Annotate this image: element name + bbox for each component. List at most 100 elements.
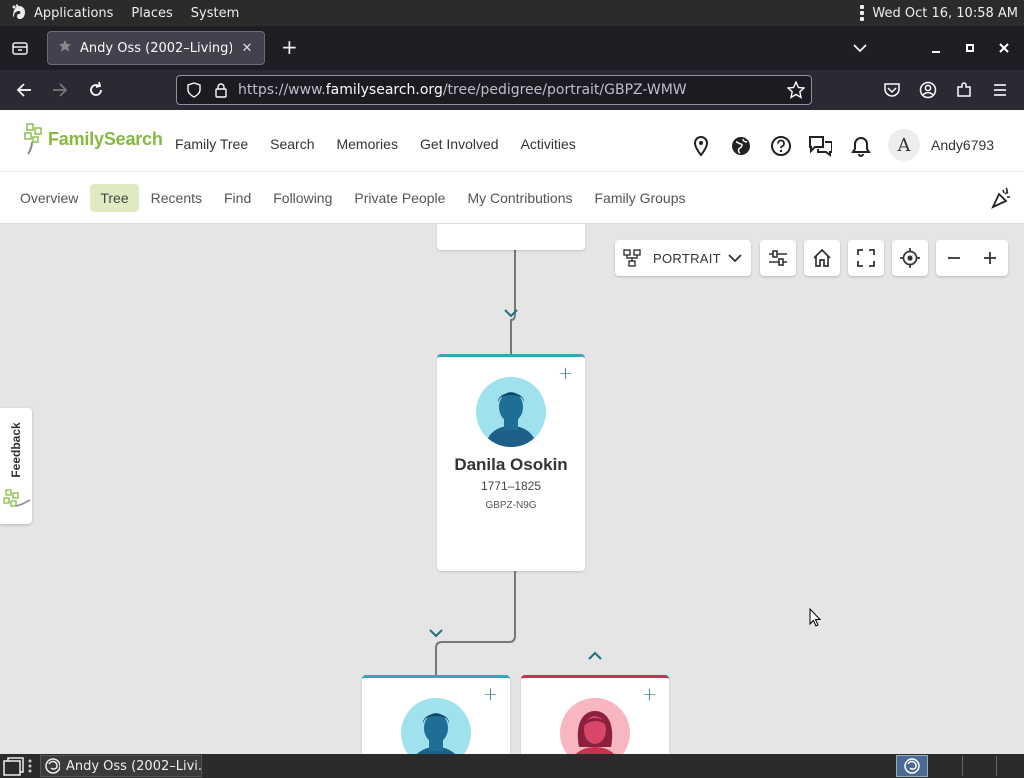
shield-icon[interactable] — [186, 82, 202, 102]
view-mode-label: PORTRAIT — [653, 251, 721, 266]
tab-close-icon[interactable]: ✕ — [240, 41, 254, 56]
bookmark-star-icon[interactable] — [786, 80, 806, 103]
nav-family-tree[interactable]: Family Tree — [175, 136, 248, 152]
url-path: /tree/pedigree/portrait/GBPZ-WMW — [442, 82, 687, 98]
system-taskbar: Andy Oss (2002–Livi... — [0, 754, 1024, 778]
menu-applications[interactable]: Applications — [34, 6, 113, 21]
fullscreen-icon — [857, 249, 875, 267]
tab-title: Andy Oss (2002–Living) • Sit — [80, 40, 232, 56]
subnav-overview[interactable]: Overview — [10, 184, 88, 212]
subnav-recents[interactable]: Recents — [141, 184, 212, 212]
child-person-card-male[interactable]: + — [362, 675, 510, 754]
view-mode-dropdown[interactable]: PORTRAIT — [615, 240, 751, 276]
zoom-in-icon[interactable] — [982, 248, 998, 272]
taskbar-window-firefox[interactable]: Andy Oss (2002–Livi... — [40, 755, 202, 777]
child-person-card-female[interactable]: + — [521, 675, 669, 754]
pedigree-canvas[interactable]: + Danila Osokin 1771–1825 GBPZ-N9G + + P… — [0, 224, 1024, 754]
party-popper-icon[interactable] — [990, 186, 1014, 214]
url-prefix: https://www. — [238, 82, 326, 98]
tab-list-chevron-icon[interactable] — [852, 38, 868, 58]
user-avatar[interactable]: A — [888, 129, 920, 161]
close-window-icon[interactable] — [998, 38, 1010, 58]
crosshair-target-icon — [900, 248, 920, 268]
firefox-icon — [45, 758, 60, 774]
tree-subnav: Overview Tree Recents Find Following Pri… — [0, 172, 1024, 224]
person-name[interactable]: Danila Osokin — [437, 455, 585, 475]
browser-tab-strip: Andy Oss (2002–Living) • Sit ✕ + — [0, 26, 1024, 70]
globe-icon[interactable] — [729, 134, 753, 158]
site-favicon-icon — [58, 39, 72, 57]
nav-activities[interactable]: Activities — [521, 136, 576, 152]
url-text[interactable]: https://www.familysearch.org/tree/pedigr… — [238, 82, 687, 98]
parent-person-card[interactable] — [437, 224, 585, 250]
location-pin-icon[interactable] — [689, 134, 713, 158]
url-host: familysearch.org — [325, 82, 443, 98]
account-icon[interactable] — [918, 80, 938, 100]
hamburger-menu-icon[interactable] — [990, 80, 1010, 100]
home-icon — [813, 248, 831, 267]
notifications-bell-icon[interactable] — [849, 134, 873, 158]
feedback-tab[interactable]: Feedback — [0, 408, 32, 524]
subnav-my-contributions[interactable]: My Contributions — [457, 184, 582, 212]
subnav-family-groups[interactable]: Family Groups — [584, 184, 695, 212]
pedigree-view-icon — [623, 248, 643, 272]
sliders-icon — [769, 250, 787, 266]
nav-memories[interactable]: Memories — [336, 136, 397, 152]
reload-icon[interactable] — [86, 80, 106, 100]
browser-nav-bar: https://www.familysearch.org/tree/pedigr… — [0, 70, 1024, 110]
female-portrait-icon — [560, 698, 630, 754]
minimize-window-icon[interactable] — [930, 38, 942, 58]
forward-arrow-icon[interactable] — [50, 80, 70, 100]
fullscreen-button[interactable] — [848, 240, 884, 276]
home-person-button[interactable] — [804, 240, 840, 276]
subnav-following[interactable]: Following — [263, 184, 342, 212]
messages-icon[interactable] — [808, 134, 832, 158]
subnav-private-people[interactable]: Private People — [344, 184, 455, 212]
gnome-foot-icon[interactable] — [10, 4, 28, 22]
taskbar-window-title: Andy Oss (2002–Livi... — [65, 758, 201, 774]
help-icon[interactable] — [769, 134, 793, 158]
pocket-icon[interactable] — [882, 80, 902, 100]
username[interactable]: Andy6793 — [931, 137, 994, 153]
workspace-switcher-active[interactable] — [896, 755, 928, 777]
zoom-out-icon[interactable] — [946, 248, 962, 272]
mouse-cursor-icon — [809, 608, 822, 627]
menu-places[interactable]: Places — [131, 6, 172, 21]
url-bar[interactable]: https://www.familysearch.org/tree/pedigr… — [176, 75, 812, 105]
zoom-controls — [936, 240, 1008, 276]
add-relative-plus-icon[interactable]: + — [558, 365, 573, 383]
new-tab-icon[interactable]: + — [281, 36, 298, 58]
focus-person-card[interactable]: + Danila Osokin 1771–1825 GBPZ-N9G — [437, 354, 585, 571]
lock-icon[interactable] — [213, 82, 229, 102]
add-relative-plus-icon[interactable]: + — [483, 686, 498, 704]
person-id: GBPZ-N9G — [485, 500, 537, 511]
extensions-icon[interactable] — [954, 80, 974, 100]
recenter-button[interactable] — [892, 240, 928, 276]
workspace-separator — [996, 756, 997, 776]
add-relative-plus-icon[interactable]: + — [642, 686, 657, 704]
menu-system[interactable]: System — [191, 6, 239, 21]
clock[interactable]: Wed Oct 16, 10:58 AM — [872, 6, 1018, 21]
person-dates: 1771–1825 — [480, 479, 542, 493]
site-header: FamilySearch Family Tree Search Memories… — [0, 110, 1024, 172]
male-portrait-icon — [401, 698, 471, 754]
subnav-tree[interactable]: Tree — [90, 184, 139, 212]
chevron-down-icon — [727, 250, 743, 269]
overflow-dots-icon[interactable] — [860, 5, 865, 21]
browser-tab-active[interactable]: Andy Oss (2002–Living) • Sit ✕ — [47, 31, 265, 65]
familysearch-logo[interactable]: FamilySearch — [24, 122, 163, 156]
main-nav: Family Tree Search Memories Get Involved… — [175, 136, 576, 152]
family-tree-logo-icon — [24, 123, 42, 155]
taskbar-handle-icon — [27, 759, 33, 777]
tree-settings-button[interactable] — [760, 240, 796, 276]
family-tree-logo-icon — [3, 489, 31, 507]
nav-get-involved[interactable]: Get Involved — [420, 136, 499, 152]
show-desktop-icon[interactable] — [2, 757, 24, 778]
tab-overview-icon[interactable] — [10, 38, 30, 58]
subnav-find[interactable]: Find — [214, 184, 261, 212]
system-top-bar: Applications Places System Wed Oct 16, 1… — [0, 0, 1024, 26]
nav-search[interactable]: Search — [270, 136, 314, 152]
back-arrow-icon[interactable] — [14, 80, 34, 100]
maximize-window-icon[interactable] — [964, 38, 976, 58]
feedback-label: Feedback — [9, 422, 23, 478]
